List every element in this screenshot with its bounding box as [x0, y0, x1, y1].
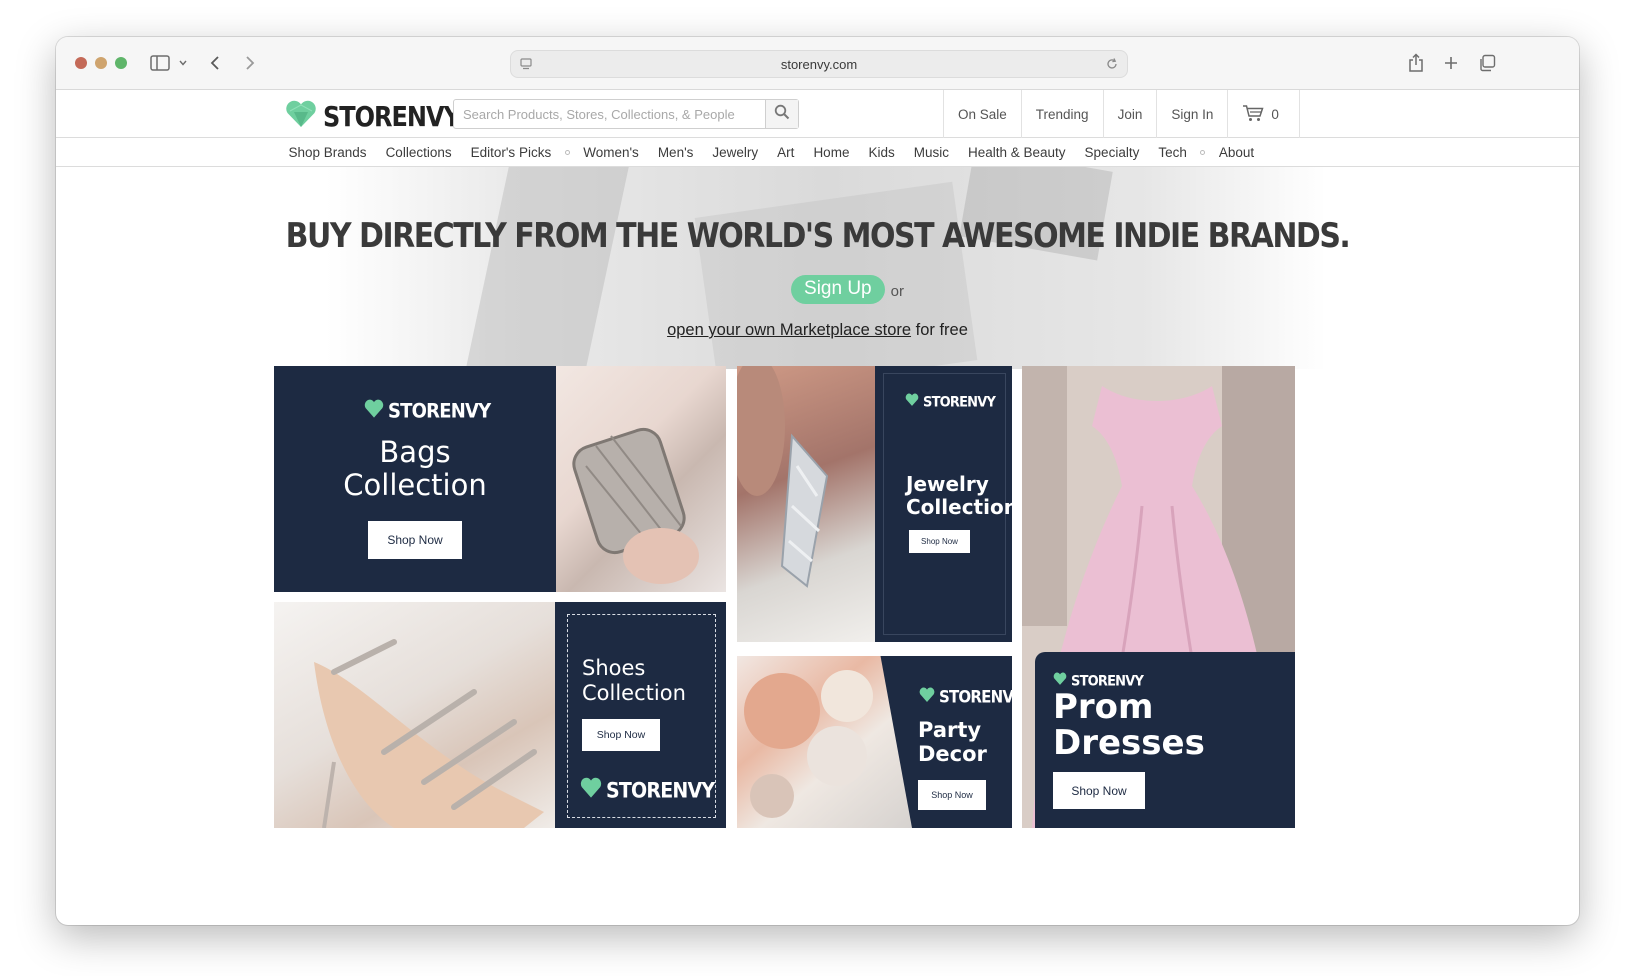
hero-banner: BUY DIRECTLY FROM THE WORLD'S MOST AWESO…	[56, 167, 1579, 369]
nav-art[interactable]: Art	[768, 145, 804, 160]
hero-headline: BUY DIRECTLY FROM THE WORLD'S MOST AWESO…	[285, 216, 1351, 257]
sign-up-button[interactable]: Sign Up	[791, 275, 885, 304]
jewelry-photo	[737, 366, 875, 642]
address-bar[interactable]: storenvy.com	[510, 50, 1128, 78]
nav-health-beauty[interactable]: Health & Beauty	[958, 145, 1075, 160]
shoes-shop-now-button[interactable]: Shop Now	[582, 719, 660, 751]
chevron-down-icon[interactable]	[177, 50, 189, 76]
magnifier-icon	[774, 104, 790, 125]
nav-womens[interactable]: Women's	[574, 145, 649, 160]
open-store-link[interactable]: open your own Marketplace store	[667, 321, 911, 339]
or-text: or	[890, 283, 904, 300]
nav-editors-picks[interactable]: Editor's Picks	[461, 145, 561, 160]
open-store-text: open your own Marketplace store for free	[56, 321, 1579, 340]
prom-title: Prom Dresses	[1053, 687, 1205, 763]
storenvy-logo[interactable]: STORENVY	[285, 100, 461, 133]
sidebar-icon[interactable]	[147, 50, 173, 76]
heart-tag-icon	[285, 100, 317, 133]
cart-count: 0	[1271, 106, 1279, 122]
tabs-overview-icon[interactable]	[1476, 50, 1498, 76]
jewelry-title: Jewelry Collection	[906, 472, 1012, 519]
cart-link[interactable]: 0	[1228, 90, 1300, 138]
browser-toolbar: storenvy.com	[56, 37, 1579, 90]
jewelry-brand: STORENVY	[905, 393, 996, 411]
reload-icon[interactable]	[1105, 57, 1119, 76]
promo-jewelry[interactable]: STORENVY Jewelry Collection Shop Now	[737, 366, 1012, 642]
maximize-window-button[interactable]	[115, 57, 127, 69]
bags-brand: STORENVY	[364, 399, 491, 424]
bags-photo	[556, 366, 726, 592]
sign-in-link[interactable]: Sign In	[1157, 90, 1229, 138]
party-brand: STORENVY	[919, 687, 1012, 707]
back-chevron-left-icon[interactable]	[204, 50, 226, 76]
nav-separator	[1200, 150, 1206, 155]
promo-bags[interactable]: STORENVY Bags Collection Shop Now	[274, 366, 726, 592]
nav-separator	[564, 150, 570, 155]
jewelry-shop-now-button[interactable]: Shop Now	[909, 530, 970, 553]
promo-party-decor[interactable]: STORENVY Party Decor Shop Now	[737, 656, 1012, 828]
party-photo	[737, 656, 912, 828]
heart-tag-icon	[905, 393, 919, 411]
prom-panel: STORENVY Prom Dresses Shop Now	[1035, 652, 1295, 828]
search-input[interactable]	[454, 100, 766, 128]
browser-window: storenvy.com STORENVY Search Products, S…	[56, 37, 1579, 925]
nav-music[interactable]: Music	[904, 145, 958, 160]
nav-about[interactable]: About	[1209, 145, 1263, 160]
search-box	[453, 99, 799, 129]
prom-shop-now-button[interactable]: Shop Now	[1053, 772, 1145, 809]
bags-title: Bags Collection	[343, 435, 487, 503]
nav-collections[interactable]: Collections	[376, 145, 461, 160]
nav-tech[interactable]: Tech	[1149, 145, 1197, 160]
promo-prom-dresses[interactable]: STORENVY Prom Dresses Shop Now	[1022, 366, 1295, 828]
nav-kids[interactable]: Kids	[859, 145, 904, 160]
trending-link[interactable]: Trending	[1022, 90, 1104, 138]
cart-icon	[1242, 104, 1264, 125]
search-button[interactable]	[765, 100, 798, 128]
minimize-window-button[interactable]	[95, 57, 107, 69]
close-window-button[interactable]	[75, 57, 87, 69]
heart-tag-icon	[919, 687, 935, 707]
promo-shoes[interactable]: Shoes Collection Shop Now STORENVY	[274, 602, 726, 828]
shoes-photo	[274, 602, 555, 828]
share-icon[interactable]	[1405, 50, 1427, 76]
nav-mens[interactable]: Men's	[648, 145, 703, 160]
forward-chevron-right-icon[interactable]	[239, 50, 261, 76]
logo-text: STORENVY	[323, 100, 461, 133]
new-tab-plus-icon[interactable]	[1440, 50, 1462, 76]
nav-home[interactable]: Home	[804, 145, 859, 160]
party-shop-now-button[interactable]: Shop Now	[918, 780, 986, 810]
heart-tag-icon	[580, 777, 602, 805]
open-store-suffix: for free	[911, 321, 968, 339]
bags-shop-now-button[interactable]: Shop Now	[368, 521, 462, 559]
on-sale-link[interactable]: On Sale	[944, 90, 1022, 138]
url-text: storenvy.com	[780, 57, 858, 72]
join-link[interactable]: Join	[1104, 90, 1158, 138]
nav-jewelry[interactable]: Jewelry	[703, 145, 768, 160]
heart-tag-icon	[364, 399, 384, 424]
nav-specialty[interactable]: Specialty	[1075, 145, 1149, 160]
site-header: STORENVY On Sale Trending Join Sign In 0	[56, 90, 1579, 138]
party-title: Party Decor	[918, 718, 987, 767]
nav-shop-brands[interactable]: Shop Brands	[279, 145, 376, 160]
shoes-title: Shoes Collection	[582, 656, 686, 705]
category-nav: Shop Brands Collections Editor's Picks W…	[56, 138, 1579, 167]
shoes-brand: STORENVY	[580, 777, 715, 805]
header-links: On Sale Trending Join Sign In 0	[943, 90, 1300, 138]
